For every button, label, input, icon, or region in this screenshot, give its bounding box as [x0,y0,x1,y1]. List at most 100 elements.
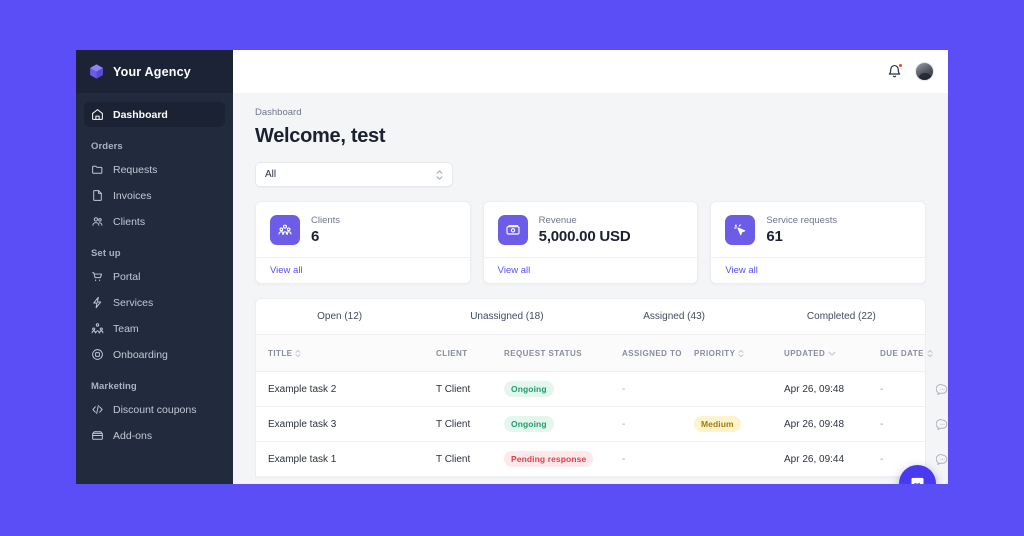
cell-actions [936,453,948,466]
sidebar-item-services[interactable]: Services [84,290,225,315]
tab-unassigned[interactable]: Unassigned (18) [423,311,590,322]
notifications-button[interactable] [887,63,903,79]
sidebar-item-invoices[interactable]: Invoices [84,183,225,208]
card-text: Revenue 5,000.00 USD [539,215,631,245]
column-header-due-date[interactable]: Due date [880,349,936,358]
cell-assigned-to: - [622,418,626,430]
column-header-assigned-to[interactable]: Assigned to [622,349,694,358]
sidebar-item-portal[interactable]: Portal [84,264,225,289]
brand[interactable]: Your Agency [76,50,233,93]
cell-due-date: - [880,383,884,395]
sidebar-item-label: Portal [113,270,141,283]
sidebar-group-orders: Orders [91,141,123,152]
page-content: Dashboard Welcome, test All Clients 6 Vi… [233,93,948,484]
cell-client: T Client [436,418,471,430]
column-header-priority[interactable]: Priority [694,349,784,358]
home-icon [91,108,104,121]
app-window: Your Agency Dashboard Orders Requests In… [76,50,948,484]
cell-request-status: Ongoing [504,416,622,432]
breadcrumb[interactable]: Dashboard [255,107,926,118]
status-badge: Pending response [504,451,594,467]
stat-card-clients: Clients 6 View all [255,201,471,284]
card-view-all-link[interactable]: View all [483,257,698,283]
box-icon [91,429,104,442]
sidebar-item-add-ons[interactable]: Add-ons [84,423,225,448]
sidebar-nav: Dashboard Orders Requests Invoices Clien… [76,93,233,448]
sort-down-icon [828,351,836,356]
onboarding-icon [91,348,104,361]
stat-cards: Clients 6 View all Revenue 5,000.00 USD [255,201,927,284]
sidebar-item-discount-coupons[interactable]: Discount coupons [84,397,225,422]
sidebar-item-team[interactable]: Team [84,316,225,341]
stat-card-revenue: Revenue 5,000.00 USD View all [482,201,699,284]
table-row[interactable]: Example task 1 T Client Pending response… [256,442,948,477]
avatar[interactable] [915,62,934,81]
column-header-title[interactable]: Title [268,349,436,358]
column-header-label: Priority [694,348,736,358]
card-value: 5,000.00 USD [538,228,631,245]
column-header-client[interactable]: Client [436,349,504,358]
status-tabs: Open (12) Unassigned (18) Assigned (43) … [255,298,926,334]
sidebar-item-label: Requests [113,163,158,176]
sidebar-item-dashboard[interactable]: Dashboard [84,102,225,127]
status-badge: Ongoing [504,416,554,432]
cell-updated: Apr 26, 09:48 [784,383,845,395]
cell-priority: Medium [694,416,784,432]
card-view-all-link[interactable]: View all [256,257,470,283]
notification-dot [898,63,903,68]
column-header-request-status[interactable]: Request status [504,349,622,358]
card-label: Clients [311,215,341,226]
card-body: Clients 6 [256,202,470,257]
column-header-label: Title [268,348,293,358]
filter-select[interactable]: All [255,162,453,187]
cell-updated: Apr 26, 09:48 [784,418,845,430]
sidebar-item-requests[interactable]: Requests [84,157,225,182]
tab-assigned[interactable]: Assigned (43) [591,311,758,322]
sidebar-item-clients[interactable]: Clients [84,209,225,234]
brand-name: Your Agency [113,64,191,79]
comment-icon[interactable] [936,418,948,431]
chat-bubble-icon [911,477,924,484]
team-icon [91,322,104,335]
cell-title: Example task 1 [268,453,337,465]
priority-badge: Medium [694,416,741,432]
comment-icon[interactable] [936,453,948,466]
bolt-icon [91,296,104,309]
cart-icon [91,270,104,283]
chevron-updown-icon [436,169,443,180]
cell-due-date: - [880,453,884,465]
sidebar-item-onboarding[interactable]: Onboarding [84,342,225,367]
card-body: Service requests 61 [711,202,925,257]
cube-logo-icon [88,63,105,80]
filter-select-value: All [265,169,277,180]
column-header-updated[interactable]: Updated [784,349,880,358]
cell-assigned-to: - [622,453,626,465]
sidebar-item-label: Discount coupons [113,403,197,416]
card-value: 6 [311,228,320,245]
topbar [233,50,948,93]
table-header-row: Title Client Request status Assigned to … [256,334,933,372]
card-body: Revenue 5,000.00 USD [484,202,698,257]
sidebar-item-label: Clients [113,215,146,228]
folder-icon [91,163,104,176]
clients-icon [270,215,300,245]
table-row[interactable]: Example task 2 T Client Ongoing - Apr 26… [256,372,948,407]
cell-title: Example task 3 [268,418,337,430]
sidebar-item-label: Add-ons [113,429,153,442]
table-row[interactable]: Example task 3 T Client Ongoing - Medium… [256,407,948,442]
sidebar-item-label: Team [113,322,139,335]
card-value: 61 [766,228,783,245]
sort-updown-icon [927,349,933,358]
page-title: Welcome, test [255,125,386,147]
sidebar: Your Agency Dashboard Orders Requests In… [76,50,233,484]
column-header-label: Updated [784,348,826,358]
card-label: Service requests [766,215,838,226]
cell-request-status: Pending response [504,451,622,467]
cell-client: T Client [436,453,471,465]
tab-completed[interactable]: Completed (22) [758,311,925,322]
sidebar-item-label: Onboarding [113,348,168,361]
tab-open[interactable]: Open (12) [256,311,423,322]
card-view-all-link[interactable]: View all [711,257,926,283]
comment-icon[interactable] [936,383,948,396]
sidebar-item-label: Services [113,296,154,309]
